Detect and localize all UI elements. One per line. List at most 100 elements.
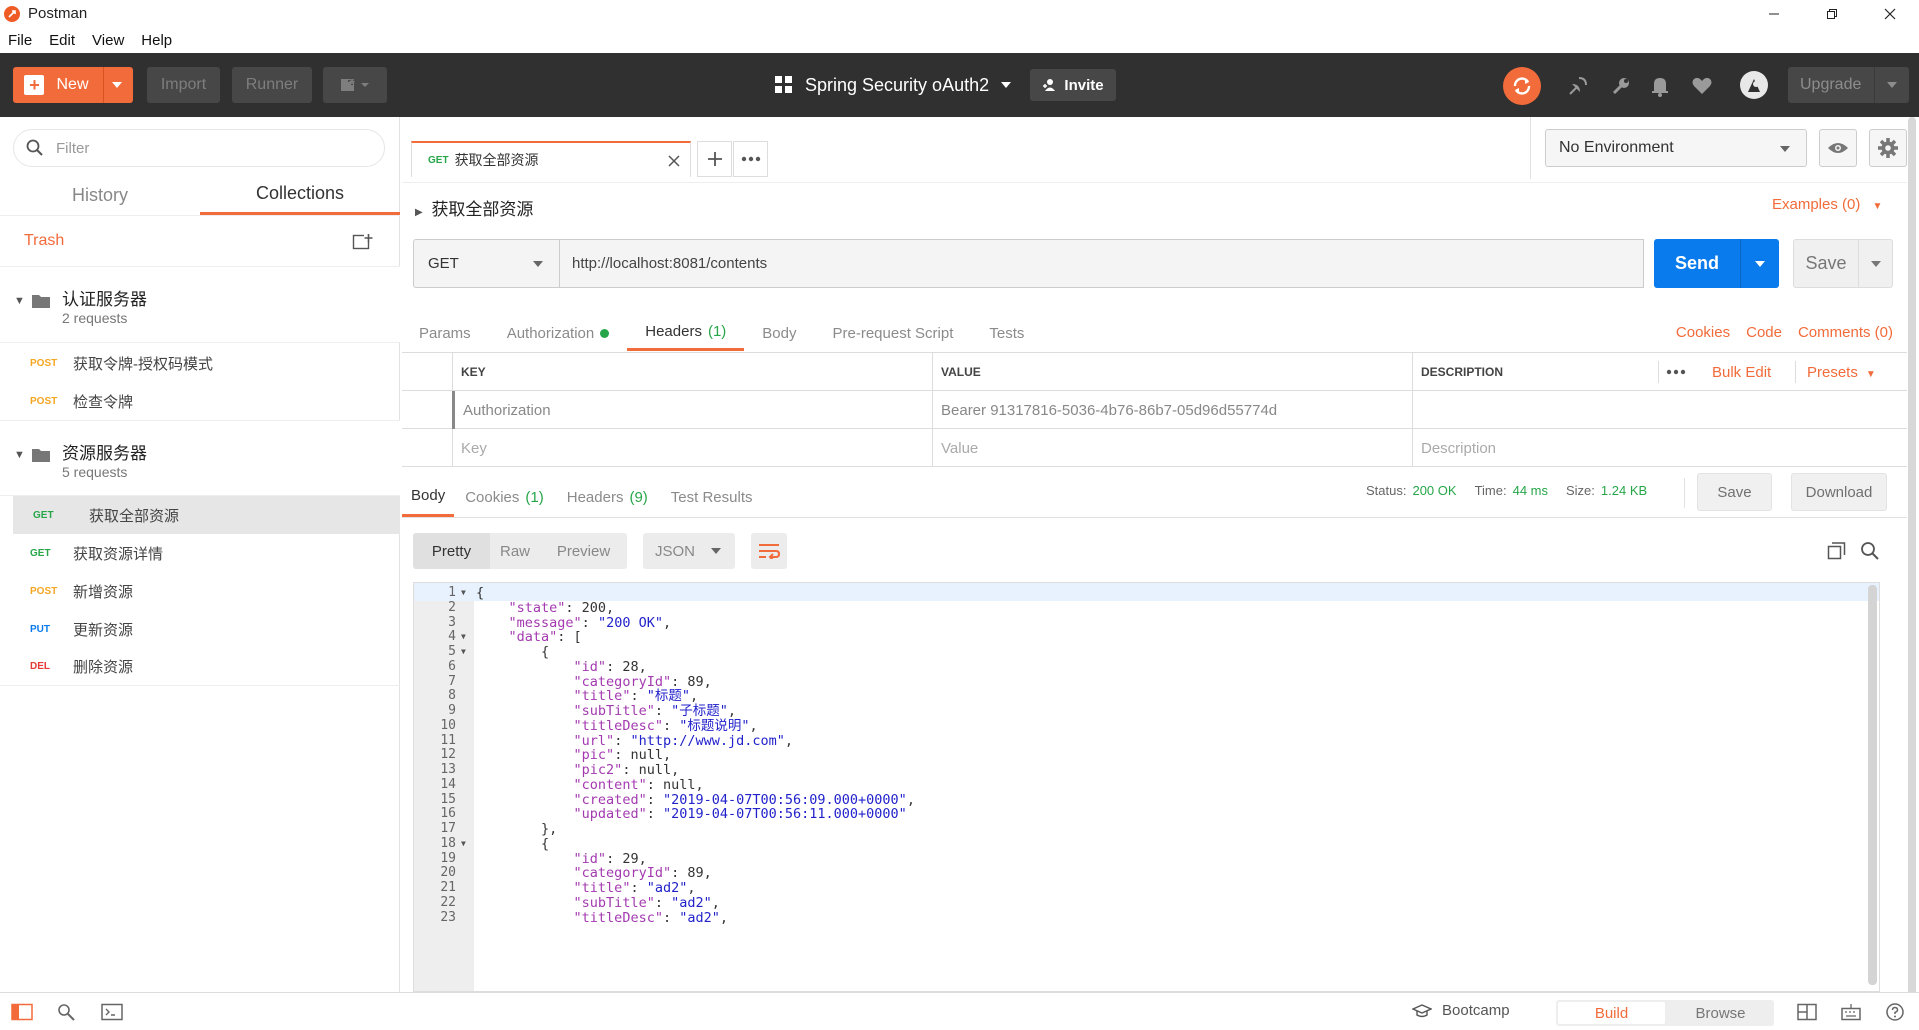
- download-button[interactable]: Download: [1791, 473, 1887, 511]
- bulk-edit-link[interactable]: Bulk Edit: [1712, 364, 1771, 381]
- save-button[interactable]: Save: [1793, 239, 1893, 288]
- menu-file[interactable]: File: [8, 32, 32, 49]
- new-tab-button[interactable]: [697, 141, 732, 177]
- format-raw[interactable]: Raw: [490, 533, 540, 569]
- tab-authorization[interactable]: Authorization: [489, 315, 628, 351]
- tab-response-cookies[interactable]: Cookies (1): [454, 477, 553, 517]
- close-tab-icon[interactable]: [668, 155, 680, 167]
- invite-button[interactable]: Invite: [1030, 69, 1116, 101]
- postman-logo-icon: [4, 5, 20, 22]
- tab-test-results[interactable]: Test Results: [657, 477, 762, 517]
- list-item[interactable]: DEL 删除资源: [0, 648, 400, 686]
- new-value-input[interactable]: Value: [932, 429, 1412, 467]
- title-bar: Postman: [0, 0, 1919, 27]
- fold-caret-icon[interactable]: ▼: [461, 584, 466, 602]
- new-key-input[interactable]: Key: [452, 429, 932, 467]
- menu-view[interactable]: View: [92, 32, 124, 49]
- filter-input[interactable]: Filter: [13, 129, 385, 167]
- console-icon[interactable]: [101, 1003, 123, 1021]
- tab-body[interactable]: Body: [744, 315, 814, 351]
- search-icon[interactable]: [1860, 541, 1880, 561]
- chevron-down-icon[interactable]: [111, 82, 122, 88]
- tab-pre-request-script[interactable]: Pre-request Script: [815, 315, 972, 351]
- build-mode-button[interactable]: Build: [1558, 1002, 1665, 1024]
- restore-icon[interactable]: [1803, 0, 1861, 27]
- environment-select[interactable]: No Environment: [1545, 129, 1807, 167]
- bell-icon[interactable]: [1647, 73, 1673, 99]
- tab-params[interactable]: Params: [402, 315, 489, 351]
- list-item[interactable]: POST 检查令牌: [0, 382, 400, 420]
- chevron-down-icon[interactable]: [1871, 260, 1881, 267]
- header-value-cell[interactable]: Bearer 91317816-5036-4b76-86b7-05d96d557…: [932, 391, 1412, 429]
- new-description-input[interactable]: Description: [1412, 429, 1907, 467]
- wrench-icon[interactable]: [1608, 73, 1634, 99]
- list-item[interactable]: PUT 更新资源: [0, 610, 400, 648]
- tab-response-headers[interactable]: Headers (9): [553, 477, 657, 517]
- code-link[interactable]: Code: [1746, 324, 1782, 341]
- heart-icon[interactable]: [1689, 73, 1715, 99]
- method-select[interactable]: GET: [413, 239, 559, 288]
- wrap-lines-button[interactable]: [751, 533, 787, 569]
- collection-folder[interactable]: ▼ 认证服务器 2 requests: [0, 267, 400, 343]
- browse-mode-button[interactable]: Browse: [1667, 1000, 1774, 1026]
- runner-button[interactable]: Runner: [232, 67, 312, 103]
- tab-history[interactable]: History: [0, 175, 200, 215]
- list-item[interactable]: GET 获取资源详情: [0, 534, 400, 572]
- language-select[interactable]: JSON: [643, 533, 735, 569]
- environment-quick-look-button[interactable]: [1819, 129, 1857, 167]
- satellite-icon[interactable]: [1565, 73, 1591, 99]
- cookies-link[interactable]: Cookies: [1676, 324, 1730, 341]
- format-preview[interactable]: Preview: [540, 533, 627, 569]
- find-replace-icon[interactable]: [56, 1003, 78, 1021]
- fold-caret-icon[interactable]: ▼: [461, 643, 466, 661]
- save-response-button[interactable]: Save: [1697, 473, 1772, 511]
- list-item[interactable]: POST 新增资源: [0, 572, 400, 610]
- trash-link[interactable]: Trash: [24, 232, 64, 250]
- send-button[interactable]: Send: [1654, 239, 1779, 288]
- import-button[interactable]: Import: [147, 67, 220, 103]
- sync-icon[interactable]: [1503, 67, 1541, 105]
- list-item[interactable]: GET 获取全部资源: [13, 496, 400, 534]
- fold-caret-icon[interactable]: ▼: [461, 835, 466, 853]
- scrollbar[interactable]: [1908, 117, 1916, 997]
- presets-dropdown[interactable]: Presets ▼: [1807, 364, 1876, 381]
- tab-options-button[interactable]: [733, 141, 768, 177]
- header-key-cell[interactable]: Authorization: [452, 391, 932, 429]
- new-button[interactable]: + New: [13, 67, 133, 103]
- manage-environments-button[interactable]: [1869, 129, 1907, 167]
- avatar[interactable]: [1740, 71, 1768, 99]
- header-description-cell[interactable]: [1412, 391, 1907, 429]
- minimize-icon[interactable]: [1745, 0, 1803, 27]
- sidebar-toggle-icon[interactable]: [11, 1003, 33, 1021]
- tab-tests[interactable]: Tests: [971, 315, 1042, 351]
- request-title[interactable]: ▶ 获取全部资源: [415, 195, 533, 220]
- eye-icon: [1828, 143, 1848, 153]
- menu-help[interactable]: Help: [141, 32, 172, 49]
- comments-link[interactable]: Comments (0): [1798, 324, 1893, 341]
- request-tab[interactable]: GET 获取全部资源: [411, 141, 691, 177]
- examples-dropdown[interactable]: Examples (0) ▼: [1772, 196, 1882, 213]
- format-pretty[interactable]: Pretty: [413, 533, 490, 569]
- keyboard-shortcuts-icon[interactable]: [1841, 1003, 1863, 1021]
- menu-edit[interactable]: Edit: [49, 32, 75, 49]
- new-collection-icon[interactable]: [352, 232, 374, 252]
- more-icon[interactable]: [1666, 369, 1686, 375]
- scrollbar[interactable]: [1868, 585, 1877, 985]
- tab-headers[interactable]: Headers (1): [627, 315, 745, 351]
- upgrade-button[interactable]: Upgrade: [1788, 67, 1909, 103]
- new-window-button[interactable]: [323, 67, 387, 103]
- response-body-editor[interactable]: 1 ▼{2 "state": 200, 3 "message": "200 OK",…: [413, 582, 1880, 992]
- two-pane-icon[interactable]: [1797, 1003, 1819, 1021]
- list-item[interactable]: POST 获取令牌-授权码模式: [0, 344, 400, 382]
- bootcamp-button[interactable]: Bootcamp: [1412, 1002, 1510, 1019]
- headers-table: KEY VALUE DESCRIPTION Bulk Edit Presets ▼…: [402, 352, 1907, 468]
- url-input[interactable]: http://localhost:8081/contents: [559, 239, 1644, 288]
- close-icon[interactable]: [1861, 0, 1919, 27]
- workspace-switcher[interactable]: Spring Security oAuth2: [775, 67, 1012, 103]
- help-icon[interactable]: [1885, 1003, 1907, 1021]
- collection-folder[interactable]: ▼ 资源服务器 5 requests: [0, 420, 400, 496]
- tab-response-body[interactable]: Body: [402, 477, 455, 517]
- copy-icon[interactable]: [1827, 541, 1847, 561]
- chevron-down-icon[interactable]: [1755, 260, 1765, 267]
- tab-collections[interactable]: Collections: [200, 175, 400, 215]
